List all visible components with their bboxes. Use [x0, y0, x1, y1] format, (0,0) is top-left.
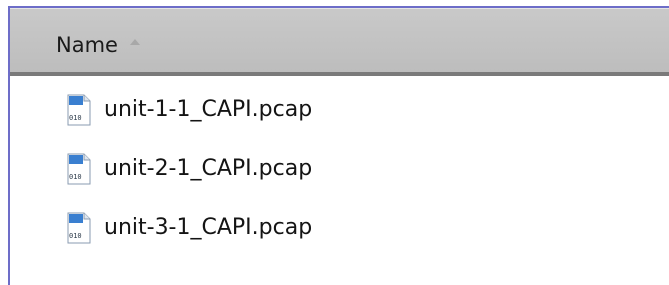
name-column-header[interactable]: Name: [56, 32, 140, 58]
file-name: unit-2-1_CAPI.pcap: [104, 156, 313, 181]
file-name: unit-3-1_CAPI.pcap: [104, 215, 313, 240]
svg-text:010: 010: [69, 232, 82, 240]
pcap-file-icon: 010: [66, 94, 92, 126]
file-name: unit-1-1_CAPI.pcap: [104, 97, 313, 122]
svg-text:010: 010: [69, 114, 82, 122]
file-list-window: Name 010 unit-1-1_CAPI.pcap 010 unit-2-1…: [8, 6, 669, 285]
svg-text:010: 010: [69, 173, 82, 181]
name-column-label: Name: [56, 33, 118, 57]
column-header-bar: Name: [10, 8, 669, 76]
file-row-3[interactable]: 010 unit-3-1_CAPI.pcap: [66, 208, 312, 248]
sort-ascending-icon: [129, 39, 140, 45]
pcap-file-icon: 010: [66, 153, 92, 185]
file-row-2[interactable]: 010 unit-2-1_CAPI.pcap: [66, 149, 312, 189]
file-row-1[interactable]: 010 unit-1-1_CAPI.pcap: [66, 90, 312, 130]
pcap-file-icon: 010: [66, 212, 92, 244]
